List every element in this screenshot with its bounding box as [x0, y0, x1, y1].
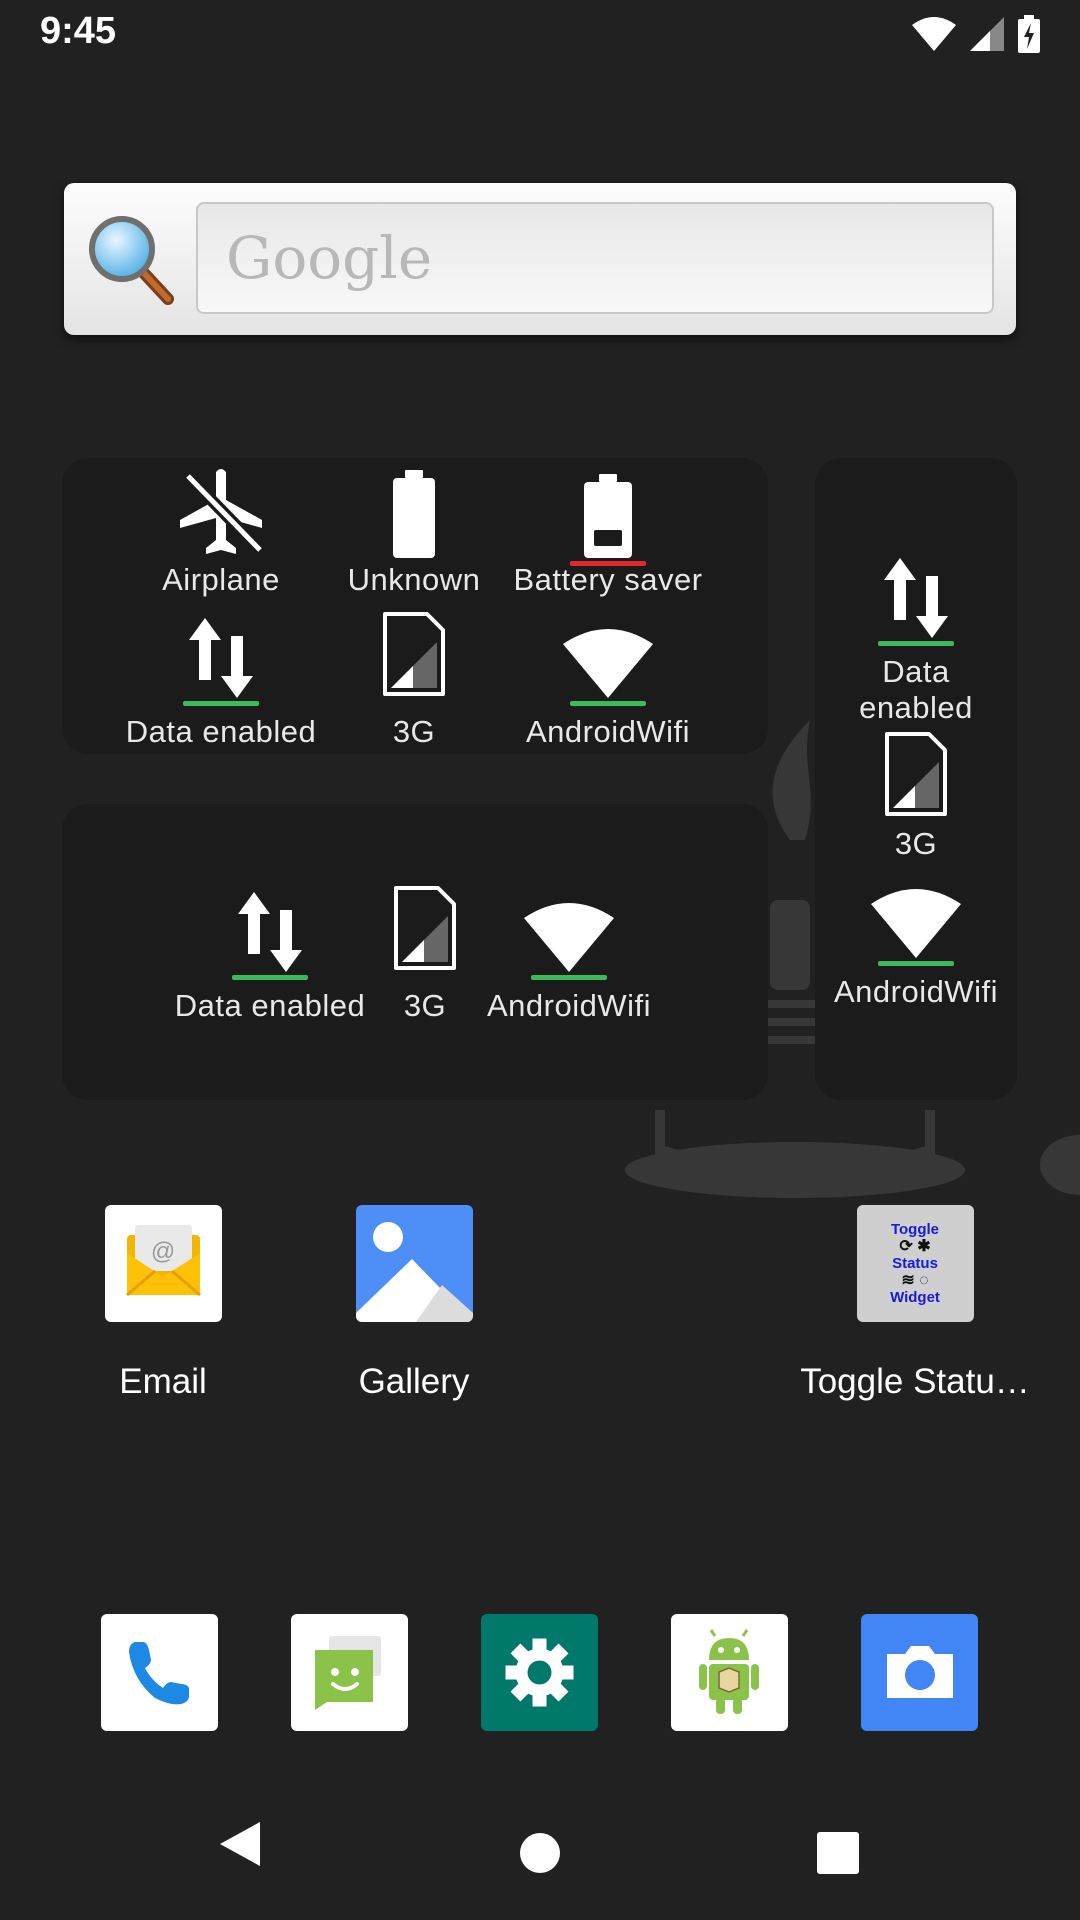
tile-text: Toggle — [890, 1221, 940, 1238]
wifi-indicator — [878, 961, 954, 966]
tile-text: Status — [892, 1255, 938, 1272]
gallery-app-icon — [355, 1205, 473, 1322]
sim-signal-icon — [365, 884, 485, 972]
toggle-data[interactable]: Data enabled — [121, 610, 321, 750]
status-icons — [912, 14, 1040, 54]
data-arrows-icon — [856, 550, 976, 646]
toggle-label: Data enabled — [125, 714, 317, 749]
toggle-battery-saver[interactable]: Battery saver — [508, 470, 708, 598]
toggle-widget-main: Airplane Unknown Battery saver Data enab… — [62, 458, 768, 754]
toggle-3g[interactable]: 3G — [816, 730, 1016, 862]
status-time: 9:45 — [40, 10, 117, 52]
wifi-indicator — [570, 701, 646, 706]
search-input[interactable]: Google — [196, 202, 994, 314]
toggle-label: 3G — [894, 826, 938, 861]
search-placeholder: Google — [226, 224, 433, 292]
toggle-label: Airplane — [162, 562, 280, 597]
wifi-status-icon — [912, 17, 956, 51]
toggle-3g[interactable]: 3G — [314, 610, 514, 750]
toggle-label: enabled — [859, 690, 973, 725]
sim-signal-icon — [856, 730, 976, 818]
battery-low-icon — [548, 470, 668, 566]
wifi-icon — [856, 870, 976, 966]
recents-button[interactable] — [817, 1832, 859, 1874]
toggle-label: 3G — [403, 988, 447, 1023]
data-arrows-icon — [161, 610, 281, 706]
back-button[interactable] — [218, 1820, 262, 1868]
sync-bluetooth-icons: ⟳ ✱ — [899, 1238, 931, 1255]
toggle-label: Unknown — [347, 562, 481, 597]
svg-text:@: @ — [150, 1238, 174, 1265]
toggle-airplane[interactable]: Airplane — [121, 469, 321, 598]
battery-full-icon — [354, 470, 474, 558]
toggle-status-widget-app-icon: Toggle ⟳ ✱ Status ≋ ◌ Widget — [856, 1205, 974, 1322]
google-search-widget[interactable]: Google — [64, 183, 1016, 335]
app-email[interactable]: @ Email — [43, 1205, 283, 1402]
toggle-wifi[interactable]: AndroidWifi — [816, 870, 1016, 1010]
toggle-label: AndroidWifi — [834, 974, 998, 1009]
tile-text: Widget — [890, 1289, 940, 1306]
battery-charging-icon — [1018, 15, 1040, 53]
app-label: Toggle Statu… — [800, 1362, 1030, 1401]
app-gallery[interactable]: Gallery — [294, 1205, 534, 1402]
data-indicator — [232, 975, 308, 980]
toggle-battery[interactable]: Unknown — [314, 470, 514, 598]
settings-app-icon[interactable] — [481, 1614, 598, 1731]
magnifier-icon[interactable] — [84, 211, 180, 307]
app-label: Gallery — [358, 1362, 470, 1401]
wifi-gps-icons: ≋ ◌ — [901, 1272, 929, 1289]
toggle-label: AndroidWifi — [487, 988, 651, 1023]
toggle-widget-small: Data enabled 3G AndroidWifi — [62, 804, 768, 1100]
wifi-icon — [509, 884, 629, 980]
toggle-label: AndroidWifi — [526, 714, 690, 749]
android-app-icon[interactable] — [671, 1614, 788, 1731]
camera-app-icon[interactable] — [861, 1614, 978, 1731]
sim-signal-icon — [354, 610, 474, 698]
toggle-wifi[interactable]: AndroidWifi — [469, 884, 669, 1024]
toggle-data[interactable]: Data enabled — [816, 550, 1016, 726]
toggle-label: 3G — [392, 714, 436, 749]
data-indicator — [878, 641, 954, 646]
airplane-off-icon — [161, 469, 281, 558]
battery-saver-indicator — [570, 561, 646, 566]
cell-signal-icon — [970, 17, 1004, 51]
toggle-label: Data — [882, 654, 950, 689]
app-label: Email — [119, 1362, 207, 1401]
data-arrows-icon — [210, 884, 330, 980]
toggle-label: Battery saver — [513, 562, 703, 597]
toggle-wifi[interactable]: AndroidWifi — [508, 610, 708, 750]
toggle-widget-vertical: Data enabled 3G AndroidWifi — [815, 458, 1017, 1100]
app-toggle-status-widget[interactable]: Toggle ⟳ ✱ Status ≋ ◌ Widget Toggle Stat… — [795, 1205, 1035, 1402]
wifi-indicator — [531, 975, 607, 980]
phone-app-icon[interactable] — [101, 1614, 218, 1731]
messaging-app-icon[interactable] — [291, 1614, 408, 1731]
data-indicator — [183, 701, 259, 706]
home-button[interactable] — [519, 1832, 561, 1874]
email-app-icon: @ — [104, 1205, 222, 1322]
wifi-icon — [548, 610, 668, 706]
